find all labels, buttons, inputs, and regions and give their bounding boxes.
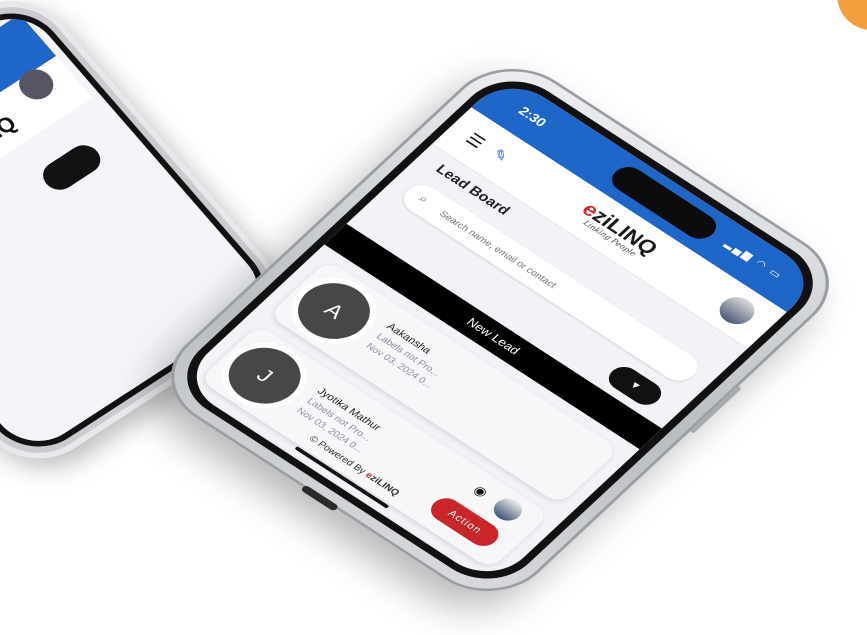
user-avatar[interactable] xyxy=(712,291,762,330)
orange-accent-shape xyxy=(837,0,867,30)
action-button[interactable]: Action xyxy=(355,558,436,587)
filter-icon: ▼ xyxy=(626,379,644,393)
phone-bezel: 2:30 ▂▄▆ ◠ ▭ ☰ ✎ eziLINQ Linking People … xyxy=(165,64,835,596)
background-filter-button xyxy=(36,139,107,196)
lead-list: A Aakansha Labels not Pro... Nov 03, 202… xyxy=(177,259,620,587)
eye-icon[interactable]: ◉ xyxy=(469,481,494,500)
lead-label: Labels not Pro... xyxy=(234,461,304,509)
background-brand-logo: LINQ xyxy=(0,110,22,159)
hamburger-menu-icon[interactable]: ☰ xyxy=(462,130,493,154)
status-time: 2:30 xyxy=(515,103,550,130)
phone-display: 2:30 ▂▄▆ ◠ ▭ ☰ ✎ eziLINQ Linking People … xyxy=(177,73,823,587)
eye-icon[interactable]: ◉ xyxy=(399,546,424,565)
search-icon: ⌕ xyxy=(415,192,433,206)
phone-mockup: 2:30 ▂▄▆ ◠ ▭ ☰ ✎ eziLINQ Linking People … xyxy=(143,47,857,613)
lead-avatar: A xyxy=(283,271,385,351)
lead-avatar: I xyxy=(177,401,246,480)
owner-avatar xyxy=(488,494,528,526)
signal-wifi-battery-icon: ▂▄▆ ◠ ▭ xyxy=(722,238,786,282)
owner-avatar xyxy=(418,558,459,587)
lead-date: Nov 03, 2024 0... xyxy=(224,470,297,520)
edit-icon[interactable]: ✎ xyxy=(487,146,518,170)
